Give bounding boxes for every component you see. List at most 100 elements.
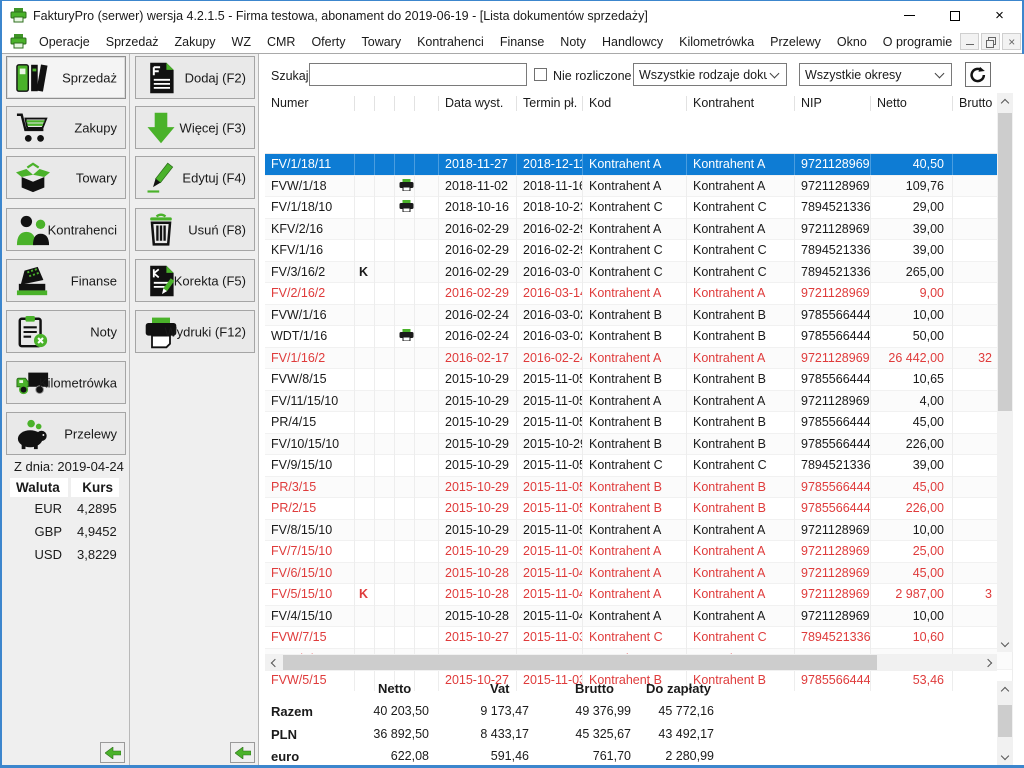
menu-finanse[interactable]: Finanse: [492, 32, 552, 52]
table-row[interactable]: FV/1/18/102018-10-162018-10-23Kontrahent…: [265, 197, 1013, 219]
sidebar-item-kilometrowka[interactable]: Kilometrówka: [6, 361, 126, 404]
table-row[interactable]: FVW/1/162016-02-242016-03-02Kontrahent B…: [265, 305, 1013, 327]
sidebar-item-finanse[interactable]: Finanse: [6, 259, 126, 302]
scroll-up-arrow[interactable]: [997, 681, 1013, 697]
action-usun-button[interactable]: Usuń (F8): [135, 208, 255, 251]
table-row[interactable]: FVW/8/152015-10-292015-11-05Kontrahent B…: [265, 369, 1013, 391]
collapse-summary-button[interactable]: [230, 742, 255, 763]
table-row[interactable]: PR/2/152015-10-292015-11-05Kontrahent BK…: [265, 498, 1013, 520]
action-korekta-button[interactable]: Korekta (F5): [135, 259, 255, 302]
table-horizontal-scrollbar[interactable]: [265, 654, 997, 671]
scroll-down-arrow[interactable]: [997, 749, 1013, 765]
cell-flag-4: [415, 262, 439, 284]
menu-o-programie[interactable]: O programie: [875, 32, 960, 52]
action-dodaj-button[interactable]: Dodaj (F2): [135, 56, 255, 99]
period-dropdown[interactable]: Wszystkie okresy: [799, 63, 952, 86]
cell-netto: 39,00: [871, 240, 953, 262]
sidebar-item-towary[interactable]: Towary: [6, 156, 126, 199]
sidebar-item-zakupy[interactable]: Zakupy: [6, 106, 126, 149]
table-row[interactable]: FV/2/16/22016-02-292016-03-14Kontrahent …: [265, 283, 1013, 305]
mdi-close-button[interactable]: ×: [1002, 33, 1021, 50]
nie-rozliczone-checkbox[interactable]: [534, 68, 547, 81]
table-row[interactable]: FV/7/15/102015-10-292015-11-05Kontrahent…: [265, 541, 1013, 563]
cell-kod: Kontrahent C: [583, 197, 687, 219]
table-vertical-scrollbar[interactable]: [997, 93, 1013, 652]
table-row[interactable]: FV/1/16/22016-02-172016-02-24Kontrahent …: [265, 348, 1013, 370]
table-row[interactable]: FV/11/15/102015-10-292015-11-05Kontrahen…: [265, 391, 1013, 413]
col-header-termin[interactable]: Termin pł.: [517, 96, 583, 111]
cell-netto: 226,00: [871, 498, 953, 520]
col-header-flag4[interactable]: [415, 96, 439, 111]
table-row[interactable]: FV/5/15/10K2015-10-282015-11-04Kontrahen…: [265, 584, 1013, 606]
menu-zakupy[interactable]: Zakupy: [167, 32, 224, 52]
scrollbar-thumb[interactable]: [283, 655, 877, 670]
scrollbar-thumb[interactable]: [998, 113, 1012, 411]
mdi-minimize-button[interactable]: [960, 33, 979, 50]
table-row[interactable]: FV/4/15/102015-10-282015-11-04Kontrahent…: [265, 606, 1013, 628]
menu-cmr[interactable]: CMR: [259, 32, 303, 52]
summary-vertical-scrollbar[interactable]: [997, 681, 1013, 765]
table-row[interactable]: KFV/2/162016-02-292016-02-29Kontrahent A…: [265, 219, 1013, 241]
refresh-button[interactable]: [965, 62, 991, 87]
col-header-flag3[interactable]: [395, 96, 415, 111]
table-row[interactable]: PR/3/152015-10-292015-11-05Kontrahent BK…: [265, 477, 1013, 499]
scroll-left-arrow[interactable]: [265, 654, 281, 671]
scroll-up-arrow[interactable]: [997, 93, 1013, 109]
col-header-numer[interactable]: Numer: [265, 96, 355, 111]
menu-noty[interactable]: Noty: [552, 32, 594, 52]
sidebar-item-przelewy[interactable]: Przelewy: [6, 412, 126, 455]
scroll-right-arrow[interactable]: [981, 654, 997, 671]
scroll-down-arrow[interactable]: [997, 636, 1013, 652]
mdi-restore-button[interactable]: [981, 33, 1000, 50]
sidebar-item-noty[interactable]: Noty: [6, 310, 126, 353]
mdi-minimize-icon: [966, 44, 974, 45]
sidebar-item-label: Towary: [76, 170, 117, 185]
cell-flag-2: [375, 563, 395, 585]
table-row[interactable]: FV/3/16/2K2016-02-292016-03-07Kontrahent…: [265, 262, 1013, 284]
document-type-dropdown[interactable]: Wszystkie rodzaje dokumentów: [633, 63, 787, 86]
menu-kontrahenci[interactable]: Kontrahenci: [409, 32, 492, 52]
menu-kilometrowka[interactable]: Kilometrówka: [671, 32, 762, 52]
cell-flag-printer: [395, 326, 415, 348]
col-header-kontrahent[interactable]: Kontrahent: [687, 96, 795, 111]
action-edytuj-button[interactable]: Edytuj (F4): [135, 156, 255, 199]
table-row[interactable]: FVW/1/182018-11-022018-11-16Kontrahent A…: [265, 176, 1013, 198]
maximize-button[interactable]: [932, 1, 977, 30]
col-header-flag2[interactable]: [375, 96, 395, 111]
sidebar-item-kontrahenci[interactable]: Kontrahenci: [6, 208, 126, 251]
menu-wz[interactable]: WZ: [224, 32, 259, 52]
cell-flag-2: [375, 305, 395, 327]
table-row[interactable]: PR/4/152015-10-292015-11-05Kontrahent BK…: [265, 412, 1013, 434]
menu-operacje[interactable]: Operacje: [31, 32, 98, 52]
cell-flag-printer: [395, 262, 415, 284]
col-header-netto[interactable]: Netto: [871, 96, 953, 111]
menu-towary[interactable]: Towary: [354, 32, 410, 52]
col-header-nip[interactable]: NIP: [795, 96, 871, 111]
table-row[interactable]: FV/1/18/112018-11-272018-12-11Kontrahent…: [265, 154, 1013, 176]
menu-oferty[interactable]: Oferty: [303, 32, 353, 52]
action-wydruki-button[interactable]: Wydruki (F12): [135, 310, 255, 353]
collapse-sidebar-button[interactable]: [100, 742, 125, 763]
col-header-flag1[interactable]: [355, 96, 375, 111]
menu-sprzedaz[interactable]: Sprzedaż: [98, 32, 167, 52]
table-row[interactable]: FVW/7/152015-10-272015-11-03Kontrahent C…: [265, 627, 1013, 649]
col-header-data-wyst[interactable]: Data wyst.: [439, 96, 517, 111]
col-header-kod[interactable]: Kod: [583, 96, 687, 111]
menu-handlowcy[interactable]: Handlowcy: [594, 32, 671, 52]
menu-okno[interactable]: Okno: [829, 32, 875, 52]
cell-flag-printer: [395, 541, 415, 563]
table-row[interactable]: KFV/1/162016-02-292016-02-29Kontrahent C…: [265, 240, 1013, 262]
cell-flag-k: [355, 176, 375, 198]
scrollbar-thumb[interactable]: [998, 705, 1012, 737]
table-row[interactable]: WDT/1/162016-02-242016-03-02Kontrahent B…: [265, 326, 1013, 348]
action-wiecej-button[interactable]: Więcej (F3): [135, 106, 255, 149]
search-input[interactable]: [309, 63, 527, 86]
minimize-button[interactable]: [887, 1, 932, 30]
sidebar-item-sprzedaz[interactable]: Sprzedaż: [6, 56, 126, 99]
close-button[interactable]: ×: [977, 1, 1022, 30]
table-row[interactable]: FV/6/15/102015-10-282015-11-04Kontrahent…: [265, 563, 1013, 585]
table-row[interactable]: FV/9/15/102015-10-292015-11-05Kontrahent…: [265, 455, 1013, 477]
table-row[interactable]: FV/10/15/102015-10-292015-10-29Kontrahen…: [265, 434, 1013, 456]
table-row[interactable]: FV/8/15/102015-10-292015-11-05Kontrahent…: [265, 520, 1013, 542]
menu-przelewy[interactable]: Przelewy: [762, 32, 829, 52]
